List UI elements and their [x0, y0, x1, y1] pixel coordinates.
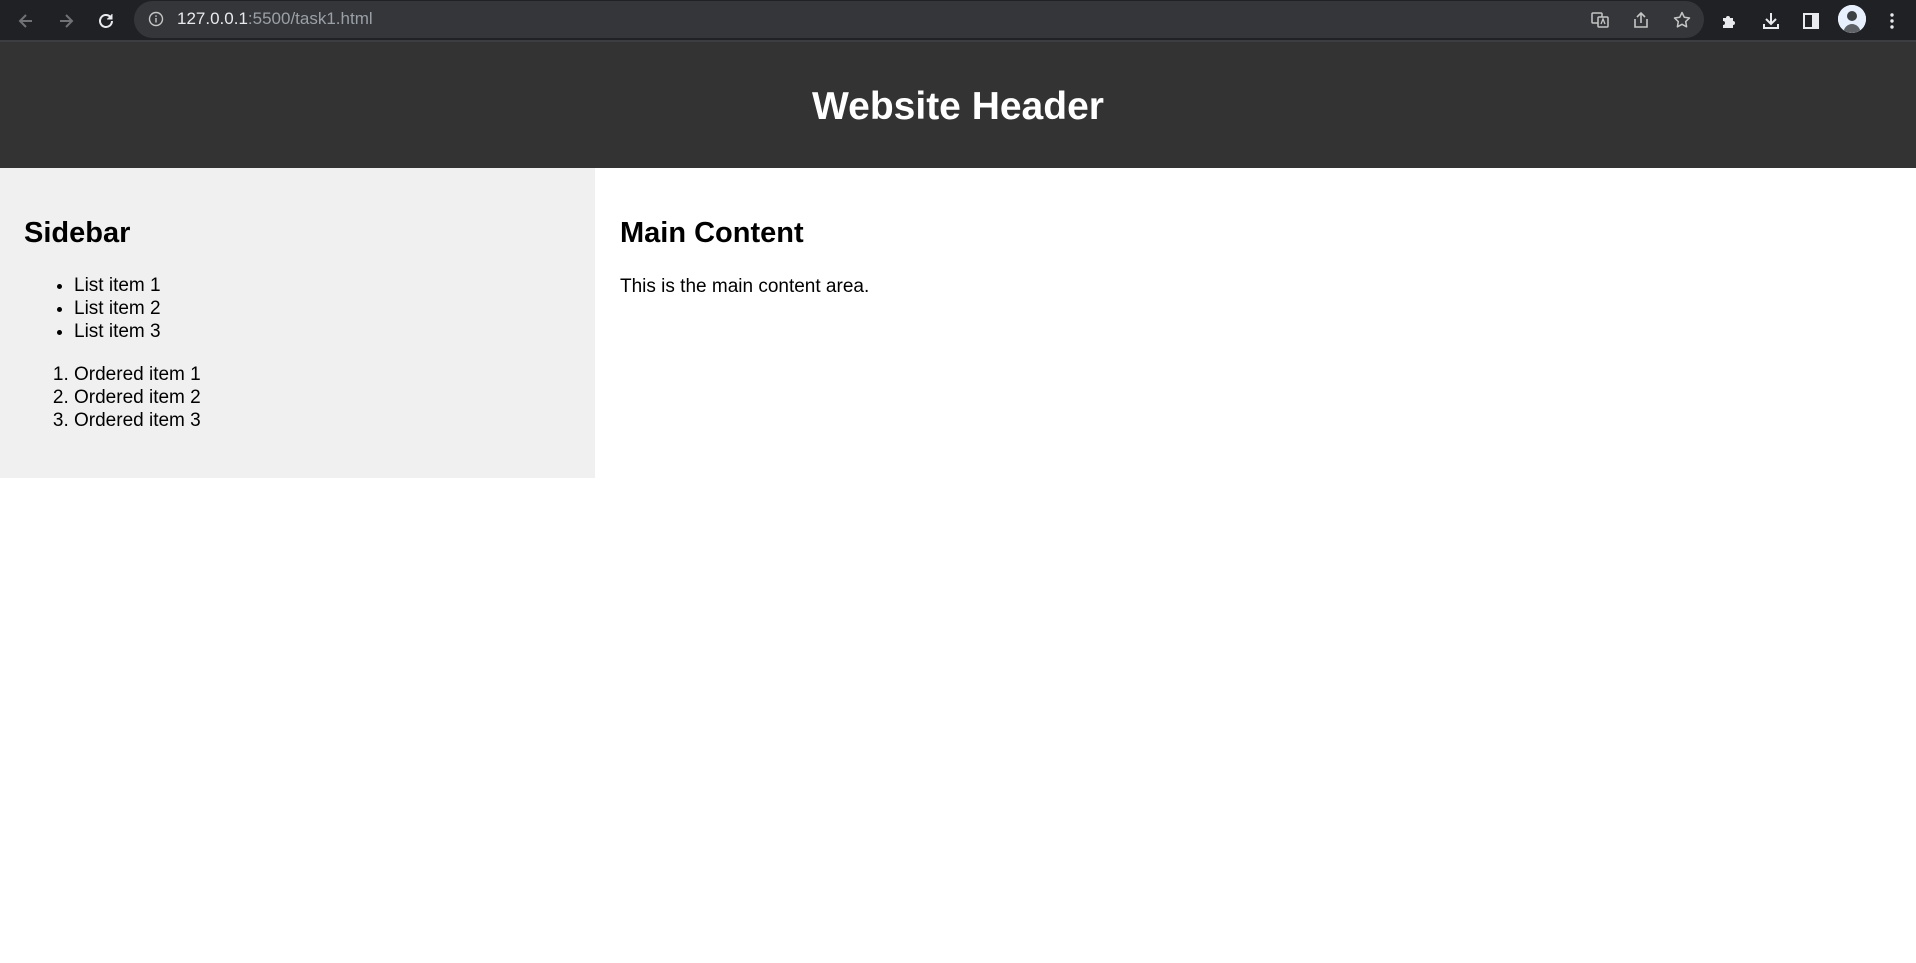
puzzle-icon: [1723, 16, 1735, 28]
ordered-list-item: Ordered item 1: [74, 363, 201, 386]
browser-toolbar: 127.0.0.1:5500/task1.html: [0, 0, 1916, 42]
main-content: Main Content This is the main content ar…: [595, 168, 1916, 478]
bookmark-button[interactable]: [1670, 8, 1694, 32]
forward-arrow-icon: [60, 14, 74, 28]
ordered-list-item: Ordered item 3: [74, 409, 201, 432]
share-icon: [1634, 11, 1648, 28]
kebab-menu-icon: [1890, 13, 1894, 29]
back-button[interactable]: [10, 5, 42, 37]
ordered-list: Ordered item 1 Ordered item 2 Ordered it…: [0, 363, 201, 432]
ordered-list-item: Ordered item 2: [74, 386, 201, 409]
site-header: Website Header: [0, 42, 1916, 168]
download-icon: [1763, 13, 1779, 29]
back-arrow-icon: [18, 14, 32, 28]
star-icon: [1673, 11, 1691, 28]
side-panel-icon: [1803, 13, 1819, 29]
main-title: Main Content: [620, 217, 804, 249]
extensions-button[interactable]: [1714, 5, 1746, 37]
reload-icon: [99, 14, 113, 28]
address-bar[interactable]: 127.0.0.1:5500/task1.html: [134, 1, 1704, 38]
translate-icon: [1591, 12, 1609, 28]
forward-button[interactable]: [50, 5, 82, 37]
sidebar-title: Sidebar: [24, 217, 131, 249]
side-panel-button[interactable]: [1795, 5, 1827, 37]
main-text: This is the main content area.: [620, 276, 870, 297]
translate-button[interactable]: [1588, 8, 1612, 32]
menu-button[interactable]: [1876, 5, 1908, 37]
list-item: List item 2: [74, 297, 161, 320]
sidebar: Sidebar List item 1 List item 2 List ite…: [0, 168, 595, 478]
list-item: List item 1: [74, 274, 161, 297]
url-host: 127.0.0.1: [177, 9, 248, 28]
profile-avatar[interactable]: [1838, 5, 1866, 33]
share-button[interactable]: [1629, 8, 1653, 32]
list-item: List item 3: [74, 320, 161, 343]
url-path: :5500/task1.html: [247, 9, 373, 28]
avatar-icon: [1838, 5, 1866, 33]
unordered-list: List item 1 List item 2 List item 3: [0, 274, 161, 343]
downloads-button[interactable]: [1755, 5, 1787, 37]
reload-button[interactable]: [90, 5, 122, 37]
url-text[interactable]: 127.0.0.1:5500/task1.html: [177, 9, 373, 29]
header-title: Website Header: [812, 85, 1104, 128]
info-icon[interactable]: [148, 11, 164, 27]
